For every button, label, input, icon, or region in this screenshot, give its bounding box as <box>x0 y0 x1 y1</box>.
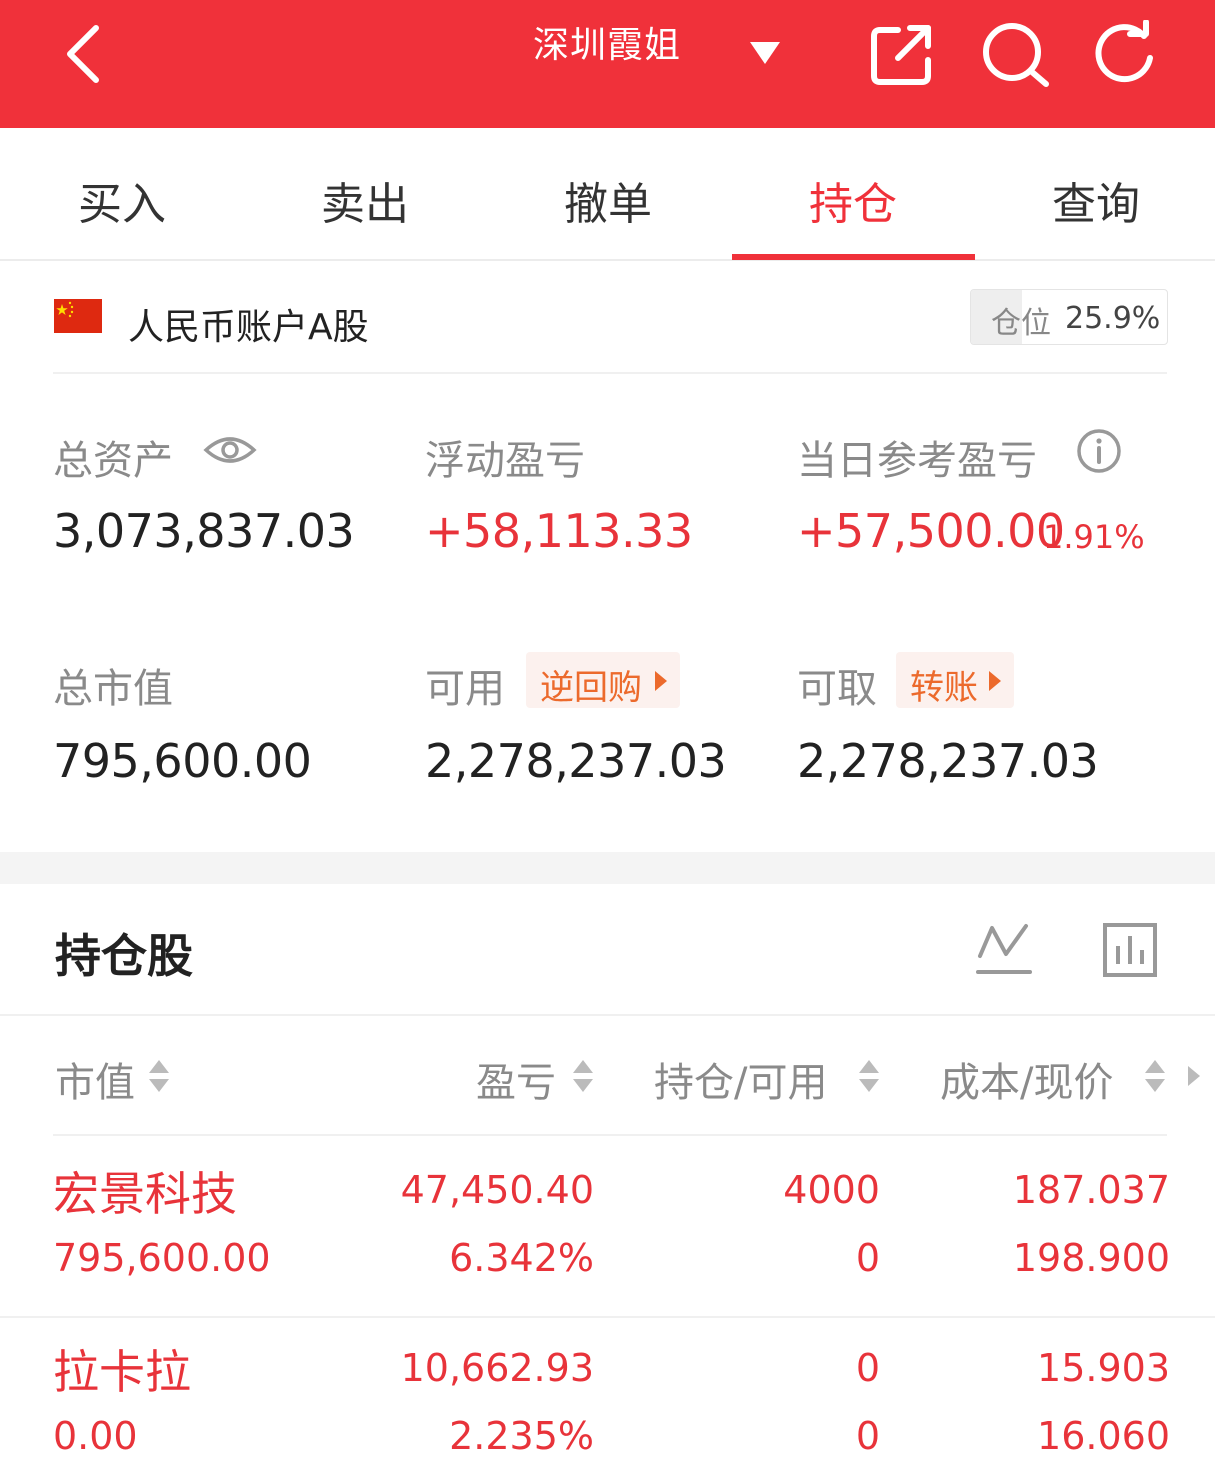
section-gap <box>0 852 1215 884</box>
stock-pl-percent: 6.342% <box>449 1236 594 1280</box>
stock-cost: 15.903 <box>1037 1346 1170 1390</box>
bar-chart-icon[interactable] <box>1102 922 1158 978</box>
available-funds-label: 可用 <box>425 666 505 712</box>
holdings-title: 持仓股 <box>55 929 193 983</box>
tab-query[interactable]: 查询 <box>1052 168 1140 232</box>
tab-cancel-order[interactable]: 撤单 <box>564 168 652 232</box>
floating-pl-label: 浮动盈亏 <box>425 438 585 484</box>
stock-name: 宏景科技 <box>53 1167 237 1221</box>
trend-line-icon[interactable] <box>976 920 1032 978</box>
column-header-market-value[interactable]: 市值 <box>55 1050 135 1108</box>
total-assets-value: 3,073,837.03 <box>53 504 355 558</box>
search-icon[interactable] <box>980 20 1050 88</box>
transfer-label: 转账 <box>910 668 978 708</box>
stock-cost: 187.037 <box>1012 1168 1170 1212</box>
stock-price: 198.900 <box>1012 1236 1170 1280</box>
column-header-cost-price[interactable]: 成本/现价 <box>940 1050 1113 1108</box>
tab-positions[interactable]: 持仓 <box>809 168 897 232</box>
market-value-label: 总市值 <box>53 666 173 712</box>
daily-pl-percent: 1.91% <box>1043 518 1145 556</box>
stock-market-value: 0.00 <box>53 1414 138 1458</box>
reverse-repo-label: 逆回购 <box>540 668 642 708</box>
stock-available: 0 <box>855 1414 880 1458</box>
divider <box>0 1014 1215 1016</box>
caret-down-icon[interactable] <box>748 40 782 66</box>
stock-market-value: 795,600.00 <box>53 1236 271 1280</box>
withdrawable-label: 可取 <box>797 666 877 712</box>
eye-icon[interactable] <box>203 432 257 468</box>
stock-position: 0 <box>855 1346 880 1390</box>
position-ratio-value: 25.9% <box>1065 301 1161 336</box>
divider <box>0 1316 1215 1318</box>
chevron-right-icon <box>655 671 667 691</box>
stock-pl: 10,662.93 <box>400 1346 594 1390</box>
sort-icon[interactable] <box>148 1058 170 1094</box>
stock-available: 0 <box>855 1236 880 1280</box>
tab-buy[interactable]: 买入 <box>78 168 166 232</box>
refresh-icon[interactable] <box>1092 20 1160 88</box>
info-icon[interactable] <box>1076 428 1122 474</box>
stock-position: 4000 <box>783 1168 880 1212</box>
withdrawable-value: 2,278,237.03 <box>797 734 1099 788</box>
back-arrow-icon[interactable] <box>58 22 108 86</box>
daily-pl-label: 当日参考盈亏 <box>797 438 1037 484</box>
tab-sell[interactable]: 卖出 <box>321 168 409 232</box>
floating-pl-value: +58,113.33 <box>425 504 693 558</box>
active-tab-indicator <box>732 254 975 260</box>
share-icon[interactable] <box>870 22 936 86</box>
sort-icon[interactable] <box>858 1058 880 1094</box>
sort-icon[interactable] <box>572 1058 594 1094</box>
position-ratio-badge: 仓位 25.9% <box>970 289 1168 345</box>
position-ratio-label: 仓位 <box>991 306 1051 341</box>
column-header-position[interactable]: 持仓/可用 <box>654 1050 827 1108</box>
stock-pl-percent: 2.235% <box>449 1414 594 1458</box>
scroll-right-icon[interactable] <box>1186 1064 1202 1088</box>
total-assets-label: 总资产 <box>53 438 173 484</box>
stock-name: 拉卡拉 <box>53 1345 191 1399</box>
chevron-right-icon <box>989 671 1001 691</box>
account-name[interactable]: 人民币账户A股 <box>128 298 369 350</box>
divider <box>53 372 1167 374</box>
china-flag-icon <box>54 299 102 333</box>
transfer-button[interactable]: 转账 <box>896 652 1014 708</box>
stock-pl: 47,450.40 <box>400 1168 594 1212</box>
available-funds-value: 2,278,237.03 <box>425 734 727 788</box>
sort-icon[interactable] <box>1144 1058 1166 1094</box>
stock-price: 16.060 <box>1037 1414 1170 1458</box>
top-bar: 深圳霞姐 <box>0 0 1215 128</box>
daily-pl-value: +57,500.00 <box>797 504 1065 558</box>
divider <box>53 1134 1167 1136</box>
account-title[interactable]: 深圳霞姐 <box>533 16 681 68</box>
market-value-value: 795,600.00 <box>53 734 312 788</box>
trade-tabs: 买入 卖出 撤单 持仓 查询 <box>0 128 1215 261</box>
reverse-repo-button[interactable]: 逆回购 <box>526 652 680 708</box>
column-header-pl[interactable]: 盈亏 <box>476 1050 556 1108</box>
